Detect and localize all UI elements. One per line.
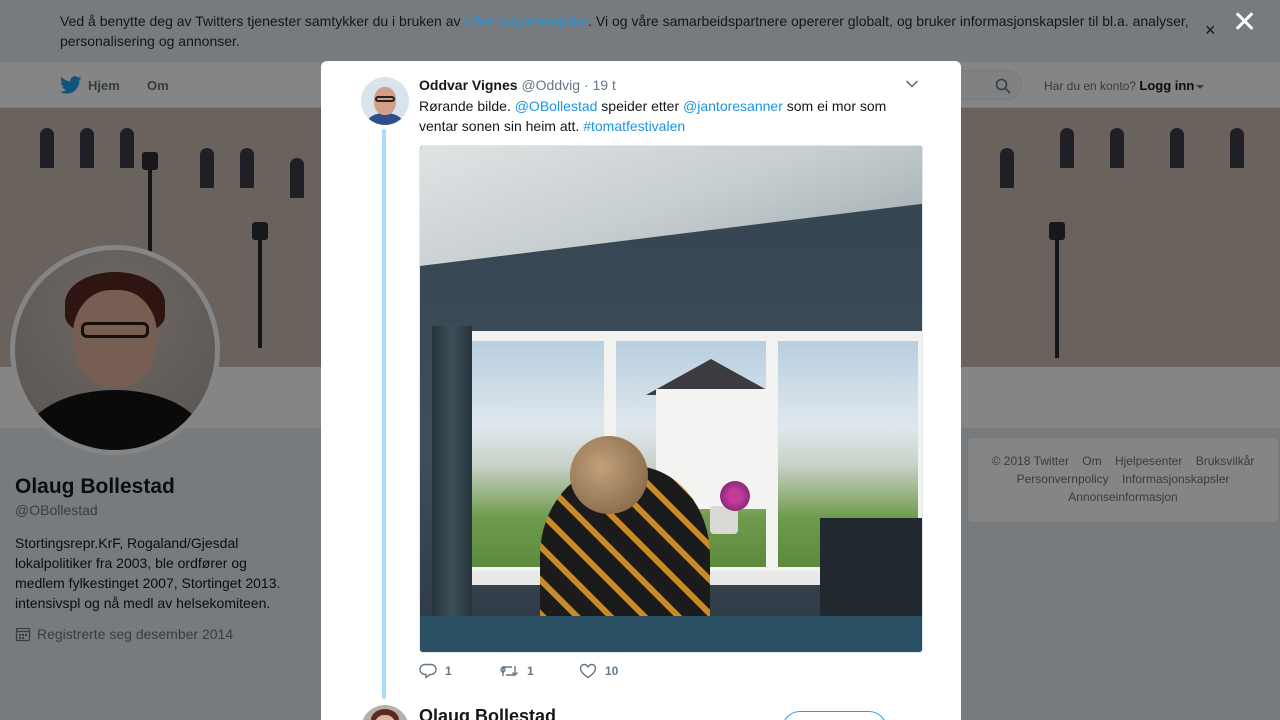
cookie-close-icon[interactable]: × [1205, 20, 1216, 41]
tweet-header: Oddvar Vignes @Oddvig · 19 t [419, 77, 616, 93]
tweet-author-handle[interactable]: @Oddvig [521, 77, 580, 93]
tweet-photo[interactable] [419, 145, 923, 653]
retweet-button[interactable]: 1 [499, 663, 579, 679]
cookie-banner: Ved å benytte deg av Twitters tjenester … [0, 0, 1280, 62]
chevron-down-icon[interactable] [905, 79, 919, 89]
tweet-actions: 1 1 10 [419, 663, 659, 679]
tweet-text-part: speider etter [597, 98, 684, 114]
tweet-author-name[interactable]: Oddvar Vignes [419, 77, 518, 93]
reply-icon [419, 663, 437, 679]
modal-close-icon[interactable]: ✕ [1232, 8, 1257, 38]
cookie-link[interactable]: informasjonskapsler [464, 13, 588, 29]
reply-button[interactable]: 1 [419, 663, 499, 679]
tweet-separator: · [583, 77, 589, 93]
tweet-mention-link[interactable]: @jantoresanner [683, 98, 783, 114]
reply-author-avatar[interactable] [361, 705, 409, 720]
tweet-hashtag-link[interactable]: #tomatfestivalen [583, 118, 685, 134]
tweet-modal: Oddvar Vignes @Oddvig · 19 t Rørande bil… [321, 61, 961, 720]
tweet-timestamp[interactable]: 19 t [592, 77, 615, 93]
tweet-mention-link[interactable]: @OBollestad [515, 98, 598, 114]
heart-icon [579, 663, 597, 679]
cookie-text-before: Ved å benytte deg av Twitters tjenester … [60, 13, 465, 29]
like-button[interactable]: 10 [579, 663, 659, 679]
retweet-icon [500, 666, 518, 676]
tweet-text-part: Rørande bilde. [419, 98, 515, 114]
reply-author-name[interactable]: Olaug Bollestad [419, 706, 556, 720]
follow-button[interactable] [782, 711, 887, 720]
thread-connector [382, 129, 386, 699]
retweet-count: 1 [527, 664, 534, 678]
like-count: 10 [605, 664, 619, 678]
tweet-author-avatar[interactable] [361, 77, 409, 125]
tweet-text: Rørande bilde. @OBollestad speider etter… [419, 96, 899, 136]
reply-count: 1 [445, 664, 452, 678]
